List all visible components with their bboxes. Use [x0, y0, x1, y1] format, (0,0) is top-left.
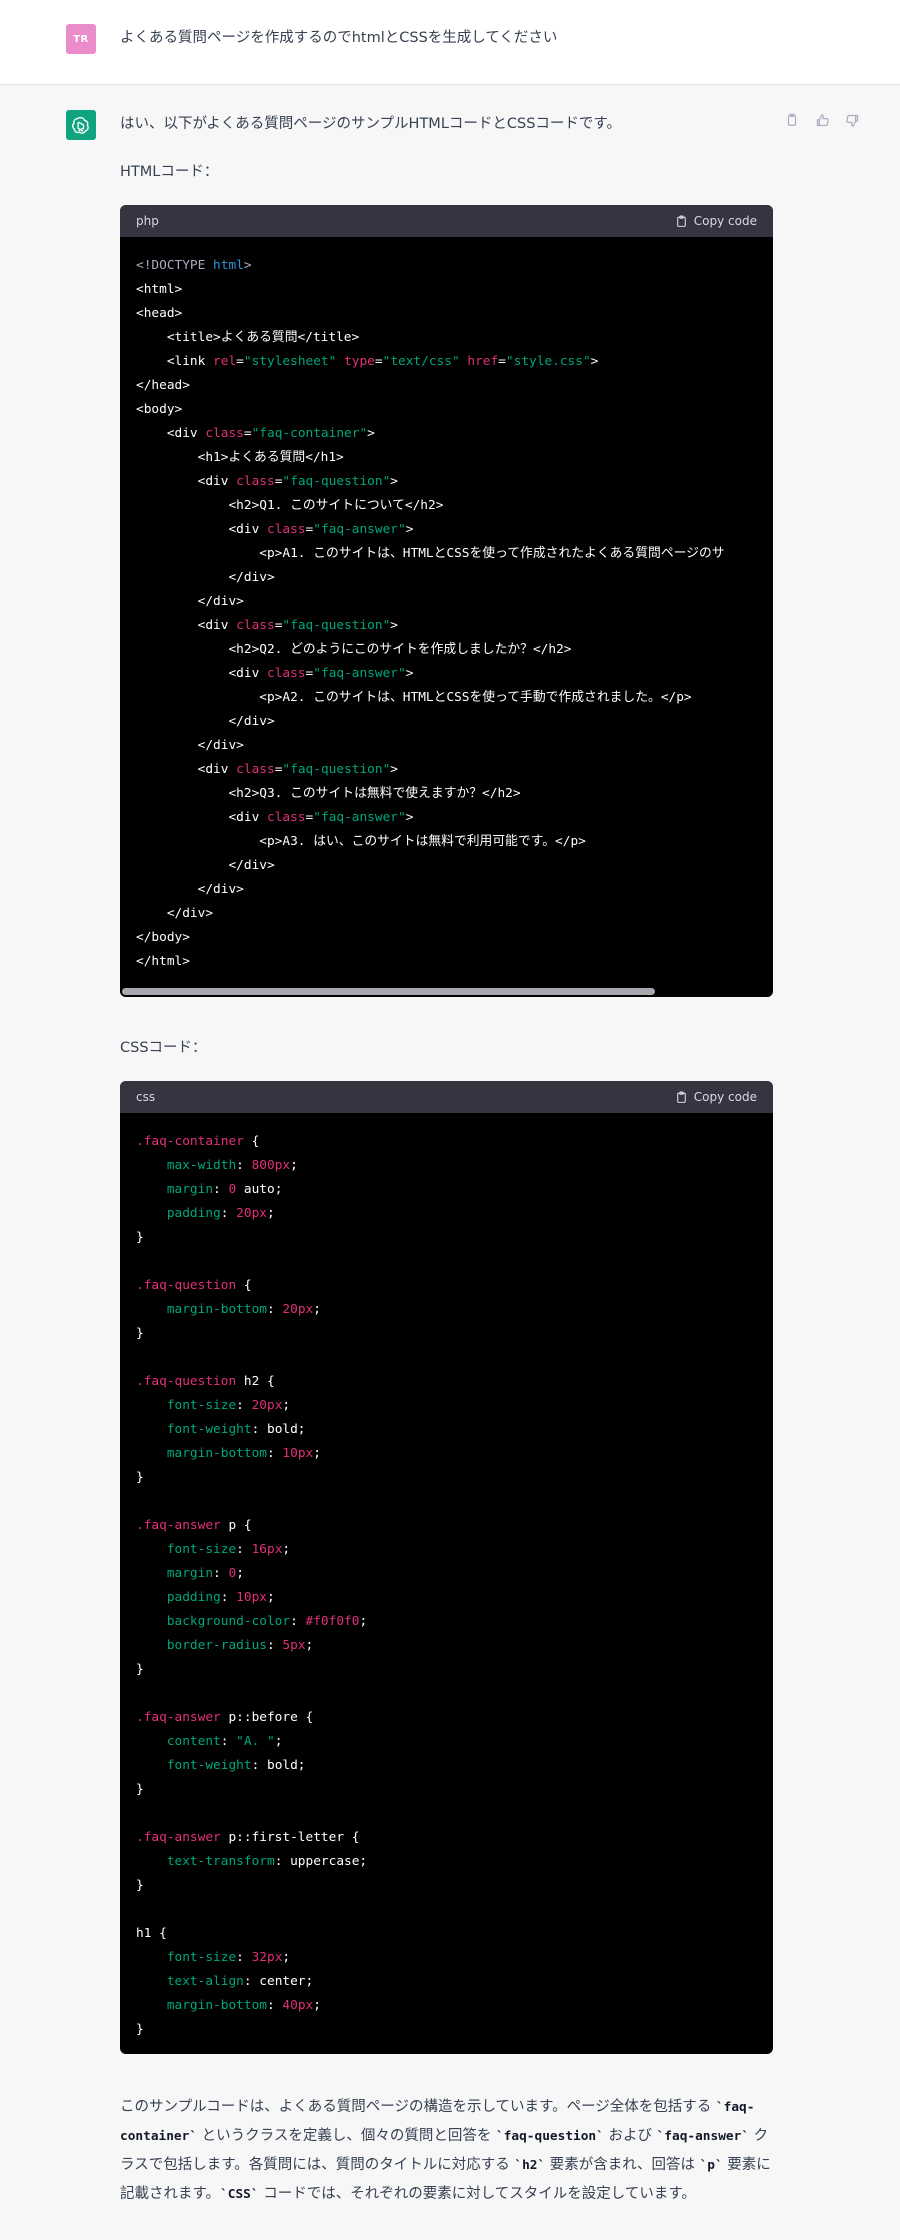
code-line: <h2>Q2. どのようにこのサイトを作成しましたか？</h2>	[136, 642, 572, 657]
code-line: background-color: #f0f0f0;	[136, 1614, 368, 1629]
code-line: margin-bottom: 20px;	[136, 1302, 321, 1317]
code-line: <!DOCTYPE html>	[136, 258, 252, 273]
code-line: <div class="faq-answer">	[136, 810, 414, 825]
code-line: <h1>よくある質問</h1>	[136, 450, 344, 465]
code-line: text-align: center;	[136, 1974, 314, 1989]
assistant-outro-text: このサンプルコードは、よくある質問ページの構造を示しています。ページ全体を包括す…	[120, 2099, 771, 2202]
code-block-header: css Copy code	[120, 1081, 773, 1113]
code-line: border-radius: 5px;	[136, 1638, 314, 1653]
thumbs-up-icon[interactable]	[814, 112, 830, 128]
code-line: }	[136, 1326, 144, 1341]
code-line: </div>	[136, 738, 244, 753]
code-line: }	[136, 1782, 144, 1797]
code-line: <title>よくある質問</title>	[136, 330, 360, 345]
html-code-block: php Copy code <!DOCTYPE html> <html> <head…	[120, 205, 773, 997]
code-line: font-size: 32px;	[136, 1950, 291, 1965]
code-line: margin-bottom: 10px;	[136, 1446, 321, 1461]
copy-code-label: Copy code	[693, 1090, 757, 1104]
code-line: max-width: 800px;	[136, 1158, 298, 1173]
user-message: TR よくある質問ページを作成するのでhtmlとCSSを生成してください	[0, 0, 900, 85]
code-line: <div class="faq-answer">	[136, 666, 414, 681]
feedback-controls	[784, 112, 860, 128]
code-line: margin: 0;	[136, 1566, 244, 1581]
html-code-label: HTMLコード：	[120, 164, 219, 180]
assistant-message: はい、以下がよくある質問ページのサンプルHTMLコードとCSSコードです。 HT…	[0, 85, 900, 2240]
code-line: <head>	[136, 306, 183, 321]
code-line: font-weight: bold;	[136, 1422, 306, 1437]
code-line: <div class="faq-container">	[136, 426, 375, 441]
code-line: .faq-answer p {	[136, 1518, 252, 1533]
code-line: h1 {	[136, 1926, 167, 1941]
copy-code-button[interactable]: Copy code	[675, 1090, 757, 1104]
code-line: </div>	[136, 714, 275, 729]
code-line: </div>	[136, 882, 244, 897]
code-line: <body>	[136, 402, 183, 417]
clipboard-icon	[676, 215, 686, 227]
code-line: <link rel="stylesheet" type="text/css" h…	[136, 354, 599, 369]
code-line: <h2>Q3. このサイトは無料で使えますか？</h2>	[136, 786, 521, 801]
copy-code-label: Copy code	[693, 214, 757, 228]
code-line: }	[136, 1470, 144, 1485]
code-language-label: php	[136, 214, 159, 228]
code-content: .faq-container { max-width: 800px; margi…	[120, 1113, 773, 2042]
code-line: .faq-answer p::first-letter {	[136, 1830, 360, 1845]
code-line: </div>	[136, 858, 275, 873]
code-line: <p>A3. はい、このサイトは無料で利用可能です。</p>	[136, 834, 586, 849]
code-line: }	[136, 1230, 144, 1245]
code-line: font-size: 16px;	[136, 1542, 291, 1557]
code-line: </html>	[136, 954, 190, 969]
html-code-text: <!DOCTYPE html> <html> <head> <title>よくある質…	[136, 254, 757, 974]
code-line: <p>A2. このサイトは、HTMLとCSSを使って手動で作成されました。</p…	[136, 690, 692, 705]
code-line: <html>	[136, 282, 183, 297]
code-line: font-size: 20px;	[136, 1398, 291, 1413]
copy-code-button[interactable]: Copy code	[675, 214, 757, 228]
code-line: <p>A1. このサイトは、HTMLとCSSを使って作成されたよくある質問ページ…	[136, 546, 725, 561]
code-block-header: php Copy code	[120, 205, 773, 237]
horizontal-scrollbar[interactable]	[120, 987, 773, 997]
code-line: }	[136, 1878, 144, 1893]
code-language-label: css	[136, 1090, 156, 1104]
css-code-label: CSSコード：	[120, 1040, 207, 1056]
code-line: </body>	[136, 930, 190, 945]
code-line: margin-bottom: 40px;	[136, 1998, 321, 2013]
scrollbar-thumb[interactable]	[122, 988, 655, 995]
code-line: .faq-container {	[136, 1134, 260, 1149]
css-code-block: css Copy code .faq-container { max-width…	[120, 1081, 773, 2054]
code-line: </div>	[136, 906, 214, 921]
user-avatar: TR	[66, 24, 96, 54]
code-line: }	[136, 1662, 144, 1677]
code-line: }	[136, 2022, 144, 2037]
code-line: </head>	[136, 378, 190, 393]
code-content: <!DOCTYPE html> <html> <head> <title>よくある質…	[120, 237, 773, 974]
code-line: text-transform: uppercase;	[136, 1854, 368, 1869]
code-line: .faq-answer p::before {	[136, 1710, 314, 1725]
clipboard-icon[interactable]	[784, 112, 800, 128]
code-line: <div class="faq-question">	[136, 474, 399, 489]
code-line: font-weight: bold;	[136, 1758, 306, 1773]
assistant-intro-text: はい、以下がよくある質問ページのサンプルHTMLコードとCSSコードです。	[120, 116, 621, 132]
openai-logo-icon	[66, 110, 96, 140]
code-line: margin: 0 auto;	[136, 1182, 283, 1197]
code-line: .faq-question h2 {	[136, 1374, 275, 1389]
code-line: </div>	[136, 570, 275, 585]
code-line: <div class="faq-question">	[136, 618, 399, 633]
code-line: .faq-question {	[136, 1278, 252, 1293]
code-line: </div>	[136, 594, 244, 609]
css-code-text: .faq-container { max-width: 800px; margi…	[136, 1130, 757, 2042]
code-line: <div class="faq-answer">	[136, 522, 414, 537]
code-line: padding: 20px;	[136, 1206, 275, 1221]
thumbs-down-icon[interactable]	[844, 112, 860, 128]
code-line: padding: 10px;	[136, 1590, 275, 1605]
clipboard-icon	[676, 1091, 686, 1103]
user-message-text: よくある質問ページを作成するのでhtmlとCSSを生成してください	[120, 30, 558, 46]
code-line: <h2>Q1. このサイトについて</h2>	[136, 498, 444, 513]
code-line: content: "A. ";	[136, 1734, 283, 1749]
code-line: <div class="faq-question">	[136, 762, 399, 777]
